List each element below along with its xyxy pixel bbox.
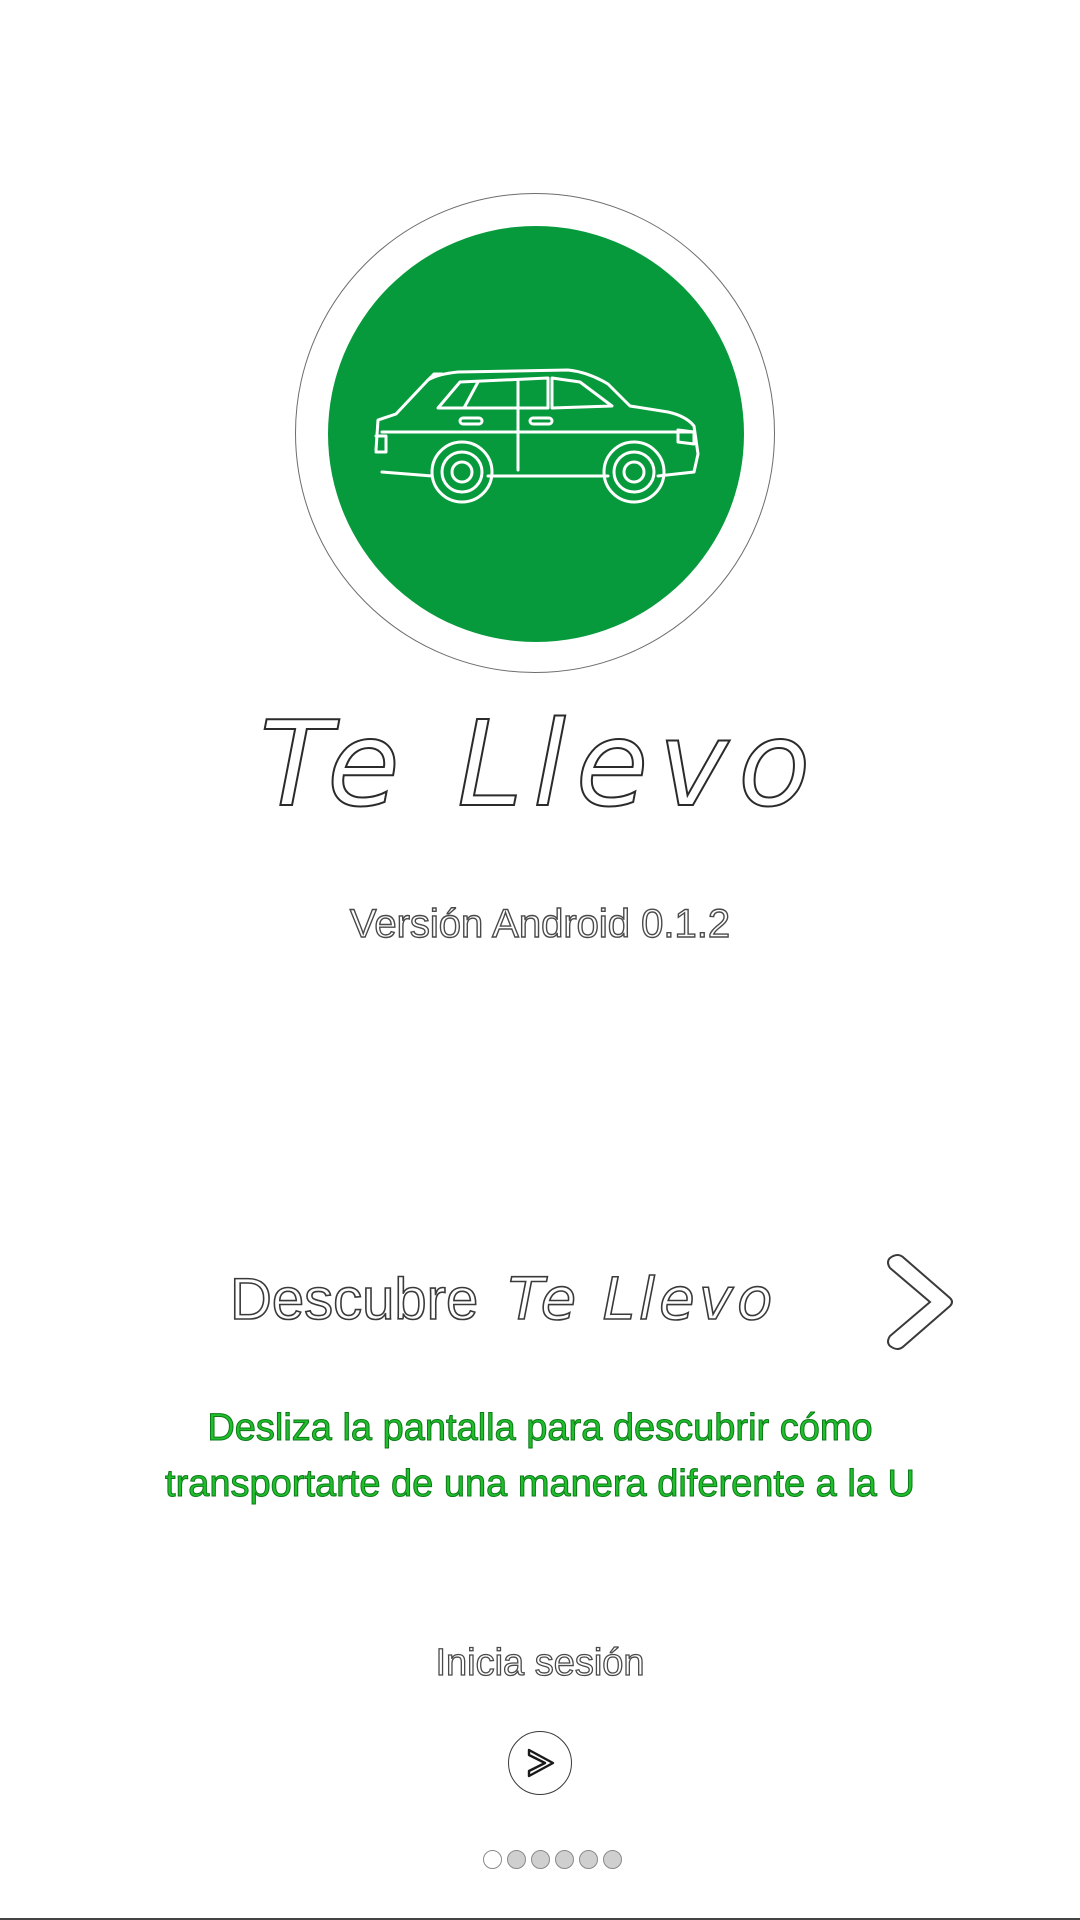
chevron-right-icon[interactable] bbox=[880, 1250, 956, 1354]
description-text: Desliza la pantalla para descubrir cómo … bbox=[0, 1400, 1080, 1512]
app-title: Te Llevo bbox=[259, 694, 821, 834]
car-icon bbox=[374, 368, 700, 504]
arrow-right-icon bbox=[527, 1748, 555, 1778]
discover-banner[interactable]: Descubre Te Llevo bbox=[0, 1250, 1080, 1360]
discover-heading: Descubre Te Llevo bbox=[229, 1264, 777, 1334]
discover-brand: Te Llevo bbox=[507, 1264, 777, 1334]
login-label[interactable]: Inicia sesión bbox=[0, 1641, 1080, 1685]
page-dot[interactable] bbox=[531, 1850, 550, 1869]
page-dot[interactable] bbox=[483, 1850, 502, 1869]
page-dot[interactable] bbox=[555, 1850, 574, 1869]
login-button[interactable] bbox=[508, 1731, 572, 1795]
page-indicator bbox=[483, 1850, 622, 1869]
page-dot[interactable] bbox=[507, 1850, 526, 1869]
description-line-2: transportarte de una manera diferente a … bbox=[165, 1463, 916, 1506]
description-line-1: Desliza la pantalla para descubrir cómo bbox=[207, 1407, 873, 1450]
page-dot[interactable] bbox=[579, 1850, 598, 1869]
page-dot[interactable] bbox=[603, 1850, 622, 1869]
version-label: Versión Android 0.1.2 bbox=[349, 901, 731, 946]
splash-screen: Te Llevo Versión Android 0.1.2 Descubre T… bbox=[0, 0, 1080, 1920]
discover-prefix: Descubre bbox=[229, 1266, 479, 1333]
